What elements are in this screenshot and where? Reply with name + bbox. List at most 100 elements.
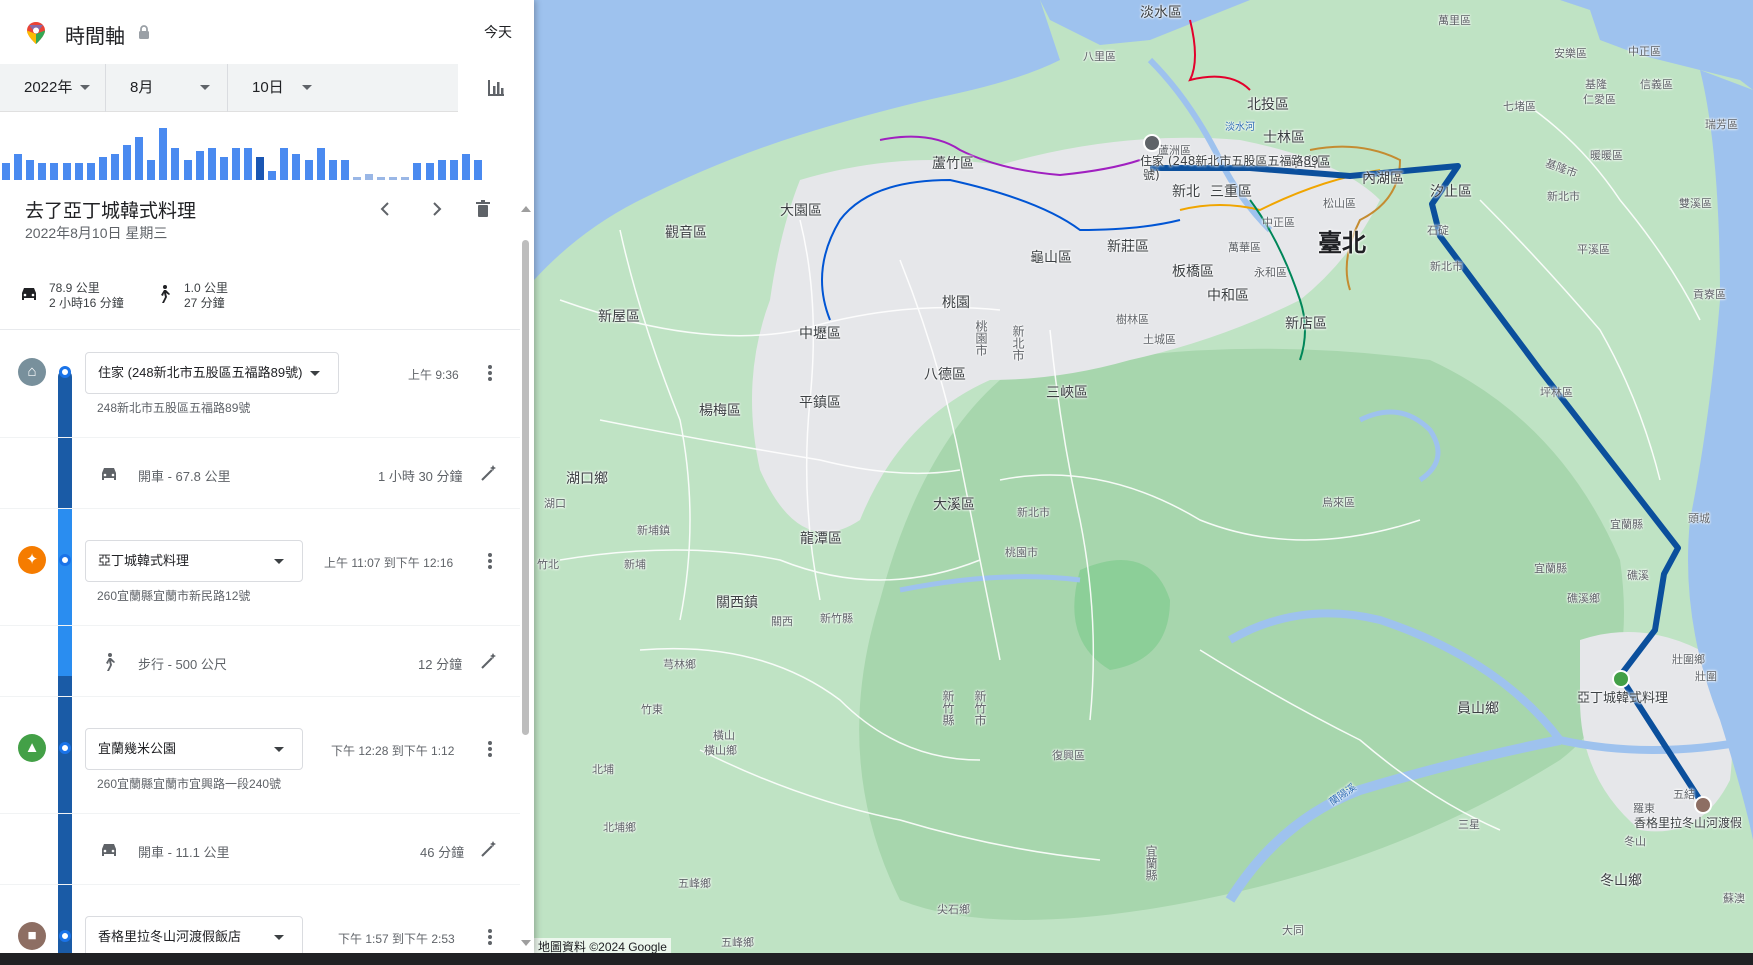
- histogram-bar[interactable]: [256, 156, 265, 180]
- histogram-bar[interactable]: [171, 148, 180, 180]
- map-label: 八德區: [924, 367, 966, 383]
- movement-duration: 1 小時 30 分鐘: [378, 469, 463, 484]
- histogram-bar[interactable]: [183, 159, 192, 180]
- histogram-bar[interactable]: [304, 159, 313, 180]
- place-select-restaurant[interactable]: 亞丁城韓式料理: [85, 540, 303, 582]
- histogram-bar[interactable]: [425, 162, 434, 180]
- map-label: 仁愛區: [1583, 93, 1616, 106]
- map-label: 信義區: [1640, 78, 1673, 91]
- histogram-bar[interactable]: [26, 159, 35, 180]
- map-label: 號): [1143, 168, 1160, 182]
- histogram-bar[interactable]: [147, 159, 156, 180]
- magic-wand-icon[interactable]: [480, 652, 498, 670]
- histogram-bar[interactable]: [110, 153, 119, 180]
- map-label: 內湖區: [1362, 171, 1404, 187]
- more-options-icon[interactable]: [484, 740, 496, 758]
- histogram-bar[interactable]: [316, 148, 325, 180]
- app-window: 淡水區 八里區 北投區 士林區 中山區 住家 (248新北市五股區五福路89 號…: [0, 0, 1753, 953]
- month-select[interactable]: 8月: [106, 64, 228, 112]
- map-label: 橫山: [713, 729, 735, 742]
- year-select[interactable]: 2022年: [0, 64, 106, 112]
- histogram-bar[interactable]: [2, 162, 10, 180]
- map-label: 竹東: [641, 703, 663, 716]
- place-select-home[interactable]: 住家 (248新北市五股區五福路89號): [85, 352, 339, 394]
- map-label: 萬里區: [1438, 14, 1471, 27]
- histogram-bar[interactable]: [86, 162, 95, 180]
- movement-row[interactable]: 開車 - 11.1 公里 46 分鐘: [0, 813, 520, 885]
- histogram-bar[interactable]: [352, 177, 361, 180]
- histogram-bar[interactable]: [159, 127, 168, 180]
- hotel-pin[interactable]: [1694, 796, 1712, 814]
- histogram-bar[interactable]: [328, 159, 337, 180]
- map-label: 雙溪區: [1679, 197, 1712, 210]
- map-label: 平溪區: [1577, 243, 1610, 256]
- magic-wand-icon[interactable]: [480, 464, 498, 482]
- place-address: 248新北市五股區五福路89號: [97, 401, 251, 415]
- histogram-bar[interactable]: [437, 159, 446, 180]
- place-name: 香格里拉冬山河渡假飯店: [98, 929, 242, 944]
- park-pin[interactable]: [1612, 670, 1630, 688]
- map-label: 五結: [1673, 788, 1695, 801]
- map-label: 亞丁城韓式料理: [1577, 691, 1669, 706]
- histogram-bar[interactable]: [365, 174, 373, 180]
- histogram-bar[interactable]: [401, 177, 410, 180]
- walk-icon: [161, 285, 170, 303]
- today-button[interactable]: 今天: [484, 22, 512, 42]
- histogram-bar[interactable]: [244, 148, 252, 180]
- map-label: 新竹市: [973, 690, 987, 726]
- histogram-bar[interactable]: [219, 156, 228, 180]
- day-select[interactable]: 10日: [228, 64, 458, 112]
- movement-row[interactable]: 開車 - 67.8 公里 1 小時 30 分鐘: [0, 437, 520, 509]
- trash-icon[interactable]: [473, 199, 493, 219]
- histogram-bar[interactable]: [207, 148, 216, 180]
- histogram-bar[interactable]: [461, 153, 470, 180]
- more-options-icon[interactable]: [484, 928, 496, 946]
- histogram-bar[interactable]: [413, 162, 422, 180]
- map-copyright: 地圖資料 ©2024 Google: [534, 938, 671, 953]
- timeline-dot: [59, 742, 71, 754]
- more-options-icon[interactable]: [484, 364, 496, 382]
- histogram-bar[interactable]: [377, 177, 386, 180]
- histogram-bar[interactable]: [231, 148, 240, 180]
- histogram-bar[interactable]: [98, 156, 107, 180]
- histogram-bar[interactable]: [135, 136, 144, 180]
- month-value: 8月: [130, 79, 154, 96]
- bar-chart-icon[interactable]: [486, 78, 506, 98]
- histogram-bar[interactable]: [74, 162, 83, 180]
- map-label: 蘇澳: [1723, 892, 1745, 905]
- park-icon: ▲: [18, 734, 46, 762]
- histogram-bar[interactable]: [449, 159, 458, 180]
- histogram-bar[interactable]: [38, 162, 47, 180]
- histogram-bar[interactable]: [268, 171, 277, 180]
- histogram-bar[interactable]: [195, 151, 204, 180]
- more-options-icon[interactable]: [484, 552, 496, 570]
- histogram-bar[interactable]: [50, 162, 59, 180]
- walk-distance: 1.0 公里: [184, 281, 229, 295]
- map-label: 尖石鄉: [937, 903, 970, 916]
- scrollbar-thumb[interactable]: [522, 240, 529, 735]
- place-select-hotel[interactable]: 香格里拉冬山河渡假飯店: [85, 916, 303, 953]
- scroll-down-arrow[interactable]: [521, 940, 531, 946]
- histogram-bar[interactable]: [14, 153, 23, 180]
- histogram-bar[interactable]: [62, 162, 71, 180]
- histogram-bar[interactable]: [280, 148, 289, 180]
- movement-row[interactable]: 步行 - 500 公尺 12 分鐘: [0, 625, 520, 697]
- home-pin[interactable]: [1143, 134, 1161, 152]
- map-label: 坪林區: [1540, 386, 1573, 399]
- place-select-park[interactable]: 宜蘭幾米公園: [85, 728, 303, 770]
- histogram-bar[interactable]: [473, 159, 482, 180]
- histogram-bar[interactable]: [123, 145, 131, 180]
- histogram-bar[interactable]: [340, 159, 349, 180]
- activity-histogram[interactable]: [0, 112, 534, 180]
- magic-wand-icon[interactable]: [480, 840, 498, 858]
- histogram-bar[interactable]: [292, 153, 301, 180]
- map-label: 平鎮區: [799, 395, 841, 411]
- movement-label: 步行 - 500 公尺: [138, 657, 227, 672]
- chevron-right-icon[interactable]: [426, 199, 446, 219]
- panel-header: 時間軸 今天: [0, 0, 534, 64]
- chevron-down-icon: [302, 85, 312, 90]
- chevron-left-icon[interactable]: [376, 199, 396, 219]
- scroll-up-arrow[interactable]: [521, 206, 531, 212]
- histogram-bar[interactable]: [389, 177, 398, 180]
- map-label: 永和區: [1254, 266, 1287, 279]
